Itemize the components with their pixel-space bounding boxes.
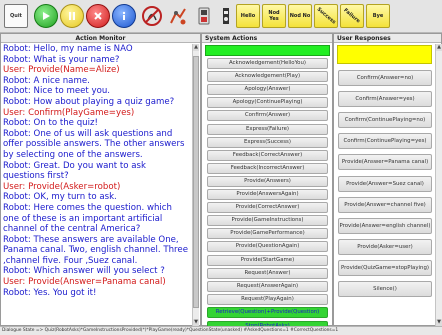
user-response-button[interactable]: Silence(): [338, 281, 432, 297]
robot-message: Robot: Yes. You got it!: [3, 287, 97, 298]
system-action-button[interactable]: Request(PlayAgain): [207, 293, 328, 305]
bye-label: Bye: [372, 13, 384, 19]
user-message: User: Provide(Answer=Panama canal): [3, 277, 166, 288]
user-message: User: Provide(Name=Alize): [3, 65, 120, 76]
clock-icon[interactable]: [192, 4, 216, 28]
hello-button[interactable]: Hello: [236, 4, 260, 28]
system-action-button[interactable]: Express(Success): [207, 136, 328, 148]
speaker-icon[interactable]: [214, 4, 238, 28]
user-response-indicator: [337, 45, 432, 64]
system-action-indicator: [205, 45, 330, 56]
system-action-button[interactable]: Provide(CorrectAnswer): [207, 202, 328, 214]
action-monitor-scrollbar[interactable]: ▲ ▼: [192, 44, 199, 326]
dialogue-state-bar: Dialogue State => Quiz(RobotAsks)*GameIn…: [0, 326, 442, 335]
system-action-button[interactable]: Acknowledgement(Play): [207, 71, 328, 83]
user-response-button[interactable]: Confirm(ContinuePlaying=yes): [338, 133, 432, 150]
robot-icon[interactable]: [140, 4, 164, 28]
system-action-button[interactable]: Provide(StartGame): [207, 254, 328, 266]
robot-message: Robot: One of us will ask questions and …: [3, 128, 185, 160]
robot-message: Robot: These answers are available One, …: [3, 234, 188, 266]
robot-message: Robot: Here comes the question. which on…: [3, 202, 172, 235]
pause-icon[interactable]: [60, 4, 84, 28]
system-action-button[interactable]: Apology(Answer): [207, 84, 328, 96]
robot-message: Robot: A nice name.: [3, 75, 90, 86]
nod-no-button[interactable]: Nod No: [288, 4, 312, 28]
system-action-button[interactable]: Request(AnswerAgain): [207, 280, 328, 292]
stop-icon[interactable]: [86, 4, 110, 28]
nod-yes-label: Nod Yes: [268, 10, 280, 22]
user-response-button[interactable]: Provide(Answer=english channel): [338, 217, 432, 234]
nod-yes-button[interactable]: Nod Yes: [262, 4, 286, 28]
scroll-down-icon[interactable]: ▼: [193, 319, 199, 326]
system-action-button[interactable]: Provide(GameInstructions): [207, 215, 328, 227]
system-action-button[interactable]: Provide(QuestionAgain): [207, 241, 328, 253]
bye-button[interactable]: Bye: [366, 4, 390, 28]
success-label: Success: [315, 6, 337, 26]
system-action-button[interactable]: Express(Failure): [207, 123, 328, 135]
quit-button[interactable]: Quit: [4, 4, 28, 28]
user-responses-title: User Responses: [334, 34, 441, 43]
system-action-highlighted-button[interactable]: Retrieve(Question)+Provide(Question): [207, 307, 328, 319]
system-action-button[interactable]: Provide(GamePerformance): [207, 228, 328, 240]
failure-button[interactable]: Failure: [340, 4, 364, 28]
robot-message: Robot: Great. Do you want to ask questio…: [3, 160, 146, 182]
system-action-button[interactable]: Apology(ContinuePlaying): [207, 97, 328, 109]
system-action-button[interactable]: Provide(Answers): [207, 175, 328, 187]
failure-label: Failure: [342, 7, 362, 25]
user-response-button[interactable]: Confirm(Answer=no): [338, 70, 432, 86]
user-response-button[interactable]: Provide(Answer=channel five): [338, 196, 432, 213]
info-icon[interactable]: [112, 4, 136, 28]
nod-no-label: Nod No: [289, 13, 311, 19]
robot-message: Robot: Hello, my name is NAO: [3, 44, 133, 54]
user-message: User: Provide(Asker=robot): [3, 181, 121, 192]
user-response-button[interactable]: Provide(Answer=Panama canal): [338, 154, 432, 171]
quit-label: Quit: [10, 13, 22, 19]
user-message: User: Confirm(PlayGame=yes): [3, 107, 135, 118]
action-monitor-panel: Action Monitor Robot: Hello, my name is …: [0, 33, 201, 326]
robot-message: Robot: How about playing a quiz game?: [3, 96, 175, 107]
scroll-up-icon[interactable]: ▲: [193, 44, 199, 51]
system-actions-title: System Actions: [202, 34, 332, 43]
user-response-button[interactable]: Provide(Answer=Suez canal): [338, 175, 432, 192]
robot-message: Robot: What is your name?: [3, 54, 120, 65]
action-monitor-title: Action Monitor: [1, 34, 200, 43]
dance-icon[interactable]: [166, 4, 190, 28]
robot-message: Robot: OK, my turn to ask.: [3, 192, 117, 203]
success-button[interactable]: Success: [314, 4, 338, 28]
user-response-button[interactable]: Confirm(Answer=yes): [338, 91, 432, 108]
robot-message: Robot: Which answer will you select ?: [3, 266, 165, 277]
system-action-button[interactable]: Feedback(IncorrectAnswer): [207, 162, 328, 174]
hello-label: Hello: [240, 13, 256, 19]
robot-message: Robot: On to the quiz!: [3, 118, 98, 129]
play-icon[interactable]: [34, 4, 58, 28]
system-actions-panel: System Actions Acknowledgement(HelloYou)…: [201, 33, 333, 332]
system-action-button[interactable]: Request(Answer): [207, 267, 328, 279]
action-monitor-log: Robot: Hello, my name is NAO Robot: What …: [3, 44, 190, 326]
system-action-button[interactable]: Provide(AnswersAgain): [207, 189, 328, 200]
robot-message: Robot: Nice to meet you.: [3, 86, 111, 97]
user-response-button[interactable]: Confirm(ContinuePlaying=no): [338, 112, 432, 129]
user-responses-panel: User Responses Confirm(Answer=no) Confirm…: [333, 33, 442, 326]
user-response-button[interactable]: Provide(QuizGame=stopPlaying): [338, 259, 432, 276]
scroll-down-icon[interactable]: ▼: [436, 319, 442, 326]
toolbar: Quit Hello Nod Yes Nod No Success Failur…: [0, 0, 442, 33]
scroll-up-icon[interactable]: ▲: [436, 44, 442, 51]
system-action-button[interactable]: Confirm(Answer): [207, 110, 328, 122]
user-responses-scrollbar[interactable]: ▲ ▼: [435, 44, 442, 326]
system-action-button[interactable]: Acknowledgement(HelloYou): [207, 58, 328, 69]
user-response-button[interactable]: Provide(Asker=user): [338, 238, 432, 255]
scroll-thumb[interactable]: [193, 56, 199, 308]
system-action-button[interactable]: Feedback(CorrectAnswer): [207, 149, 328, 161]
